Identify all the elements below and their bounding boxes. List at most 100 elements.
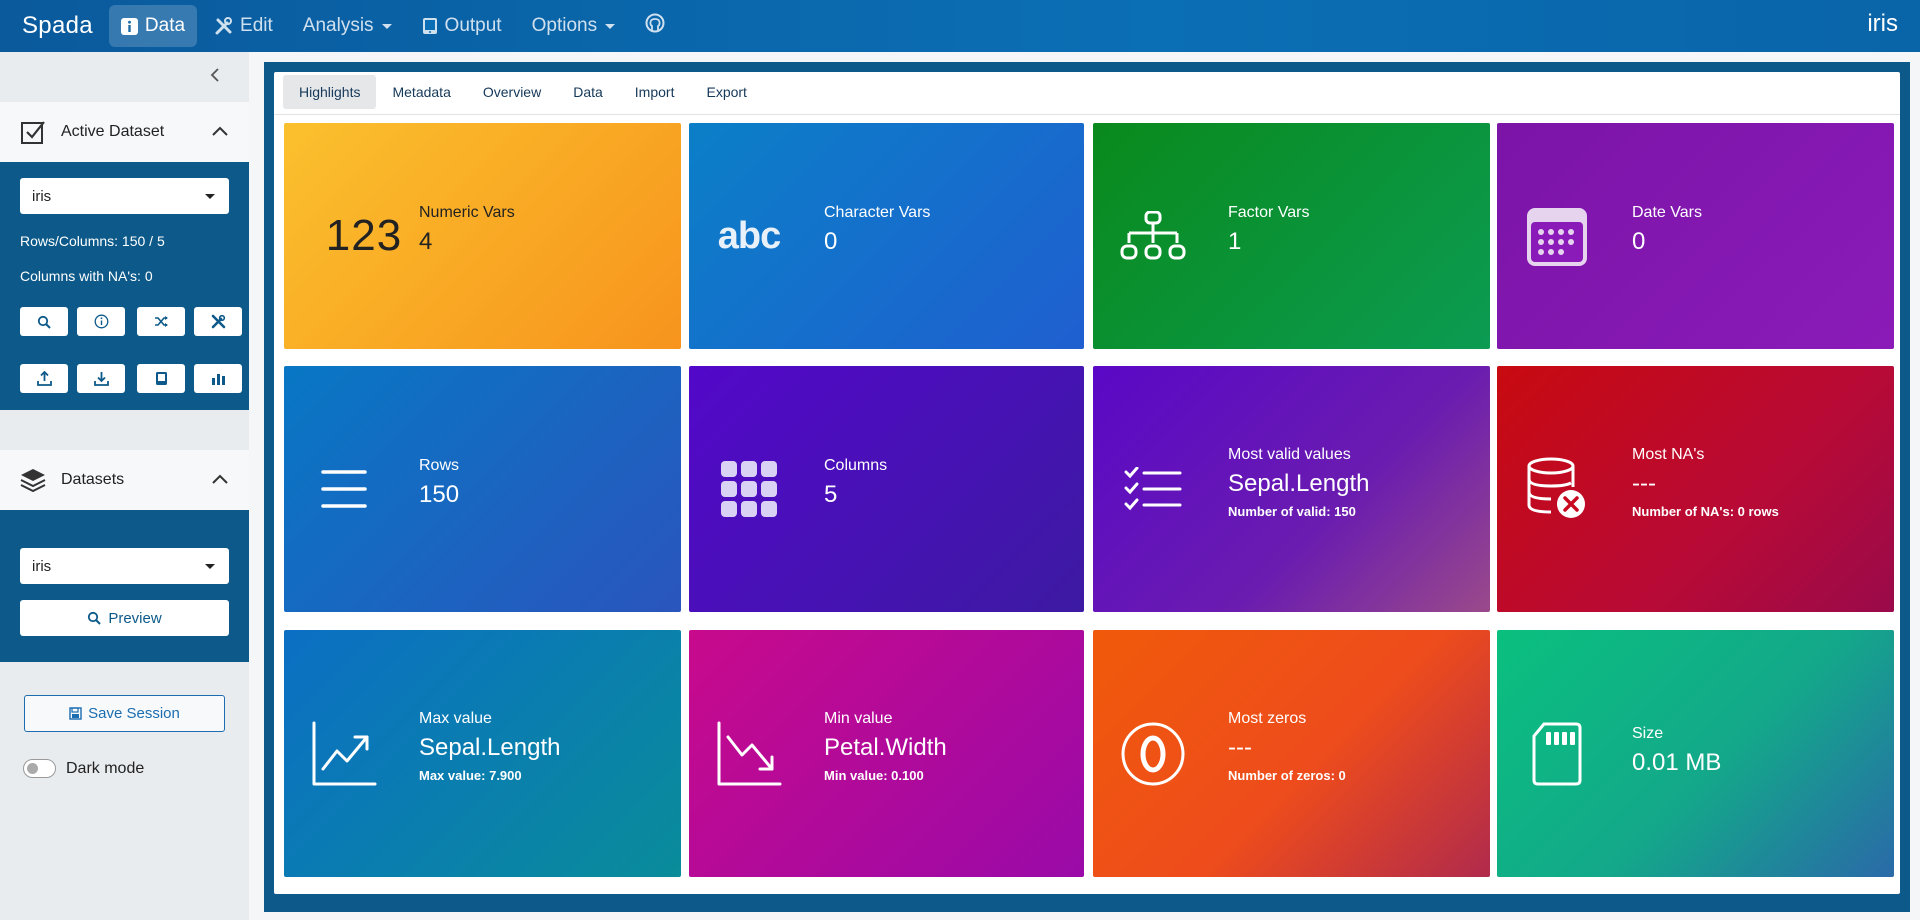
info-circle-icon: [94, 314, 108, 329]
shuffle-button[interactable]: [137, 307, 185, 336]
date-vars-label: Date Vars: [1632, 204, 1702, 221]
list-lines-icon: [284, 366, 404, 612]
tile-most-zeros: Most zeros --- Number of zeros: 0: [1093, 630, 1490, 877]
tile-factor-vars: Factor Vars 1: [1093, 123, 1490, 349]
save-session-button[interactable]: Save Session: [24, 695, 225, 732]
calendar-icon: [1497, 123, 1617, 349]
tile-rows: Rows 150: [284, 366, 681, 612]
chevron-up-icon[interactable]: [211, 123, 229, 141]
active-dataset-header[interactable]: Active Dataset: [0, 102, 249, 162]
nav-github[interactable]: [633, 5, 677, 47]
most-zeros-value: ---: [1228, 734, 1252, 761]
nav-data[interactable]: Data: [108, 5, 198, 47]
download-button[interactable]: [77, 364, 125, 393]
factor-vars-value: 1: [1228, 228, 1242, 255]
tab-metadata[interactable]: Metadata: [376, 75, 466, 109]
zero-circle-icon: [1093, 630, 1213, 877]
checklist-icon: [1093, 366, 1213, 612]
search-icon: [37, 315, 51, 329]
tablet-icon: [155, 372, 167, 385]
datasets-panel: iris Preview: [0, 510, 249, 662]
preview-button[interactable]: Preview: [20, 600, 229, 636]
datasets-selected: iris: [32, 557, 52, 575]
chart-line-down-icon: [689, 630, 809, 877]
caret-down-icon: [381, 23, 392, 29]
columns-label: Columns: [824, 457, 888, 474]
nav-analysis[interactable]: Analysis: [291, 5, 404, 47]
upload-button[interactable]: [20, 364, 68, 393]
tile-min-value: Min value Petal.Width Min value: 0.100: [689, 630, 1084, 877]
tools-icon: [211, 314, 225, 329]
caret-down-icon: [605, 23, 616, 29]
active-dataset-select[interactable]: iris: [20, 178, 229, 214]
active-dataset-title: Active Dataset: [61, 123, 165, 140]
most-valid-value: Sepal.Length: [1228, 470, 1370, 497]
most-na-sub: Number of NA's: 0 rows: [1632, 504, 1779, 519]
character-vars-value: 0: [824, 228, 838, 255]
min-value-sub: Min value: 0.100: [824, 768, 924, 783]
download-icon: [93, 372, 109, 386]
tab-export[interactable]: Export: [690, 75, 762, 109]
datasets-select[interactable]: iris: [20, 548, 229, 584]
numeric-icon: 123: [325, 211, 403, 260]
tab-import[interactable]: Import: [619, 75, 691, 109]
tile-max-value: Max value Sepal.Length Max value: 7.900: [284, 630, 681, 877]
columns-na-text: Columns with NA's: 0: [20, 268, 153, 284]
chevron-left-icon: [210, 68, 219, 82]
collapse-sidebar-button[interactable]: [207, 66, 225, 84]
tools-icon: [215, 17, 233, 35]
grid-icon: [689, 366, 809, 612]
database-remove-icon: [1497, 366, 1617, 612]
checkbox-icon: [20, 119, 46, 145]
max-value-label: Max value: [419, 710, 492, 727]
tab-overview[interactable]: Overview: [467, 75, 557, 109]
min-value-label: Min value: [824, 710, 893, 727]
tile-size: Size 0.01 MB: [1497, 630, 1894, 877]
github-icon: [645, 13, 665, 39]
info-button[interactable]: [77, 307, 125, 336]
nav-output[interactable]: Output: [410, 5, 514, 47]
tablet-button[interactable]: [137, 364, 185, 393]
character-vars-label: Character Vars: [824, 204, 931, 221]
size-value: 0.01 MB: [1632, 749, 1722, 776]
datasets-header[interactable]: Datasets: [0, 450, 249, 510]
tile-character-vars: abc Character Vars 0: [689, 123, 1084, 349]
most-valid-label: Most valid values: [1228, 446, 1351, 463]
search-button[interactable]: [20, 307, 68, 336]
brand[interactable]: Spada: [22, 12, 93, 40]
chevron-up-icon[interactable]: [211, 471, 229, 489]
bar-chart-icon: [211, 373, 225, 385]
dark-mode-label: Dark mode: [66, 759, 145, 777]
nav-options[interactable]: Options: [520, 5, 627, 47]
preview-label: Preview: [108, 609, 162, 627]
max-value-sub: Max value: 7.900: [419, 768, 522, 783]
highlights-tabs: Highlights Metadata Overview Data Import…: [283, 75, 763, 109]
caret-down-icon: [205, 564, 215, 569]
chart-button[interactable]: [194, 364, 242, 393]
most-zeros-sub: Number of zeros: 0: [1228, 768, 1346, 783]
edit-tools-button[interactable]: [194, 307, 242, 336]
sitemap-icon: [1093, 123, 1213, 349]
dark-mode-switch[interactable]: [23, 759, 56, 778]
chart-line-up-icon: [284, 630, 404, 877]
size-label: Size: [1632, 725, 1664, 742]
max-value-value: Sepal.Length: [419, 734, 561, 761]
active-dataset-selected: iris: [32, 187, 52, 205]
numeric-vars-value: 4: [419, 228, 433, 255]
caret-down-icon: [205, 194, 215, 199]
abc-icon: abc: [717, 214, 781, 257]
tile-numeric-vars: 123 Numeric Vars 4: [284, 123, 681, 349]
most-na-label: Most NA's: [1632, 446, 1705, 463]
most-valid-sub: Number of valid: 150: [1228, 504, 1356, 519]
active-dataset-name: iris: [1867, 10, 1898, 37]
tab-data[interactable]: Data: [557, 75, 619, 109]
dark-mode-toggle[interactable]: Dark mode: [23, 759, 144, 778]
tile-columns: Columns 5: [689, 366, 1084, 612]
nav-edit[interactable]: Edit: [203, 5, 285, 47]
date-vars-value: 0: [1632, 228, 1646, 255]
shuffle-icon: [154, 316, 168, 327]
tab-highlights[interactable]: Highlights: [283, 75, 377, 109]
save-icon: [69, 707, 82, 720]
tablet-icon: [422, 17, 438, 35]
sidebar: Active Dataset iris Rows/Columns: 150 / …: [0, 52, 249, 920]
